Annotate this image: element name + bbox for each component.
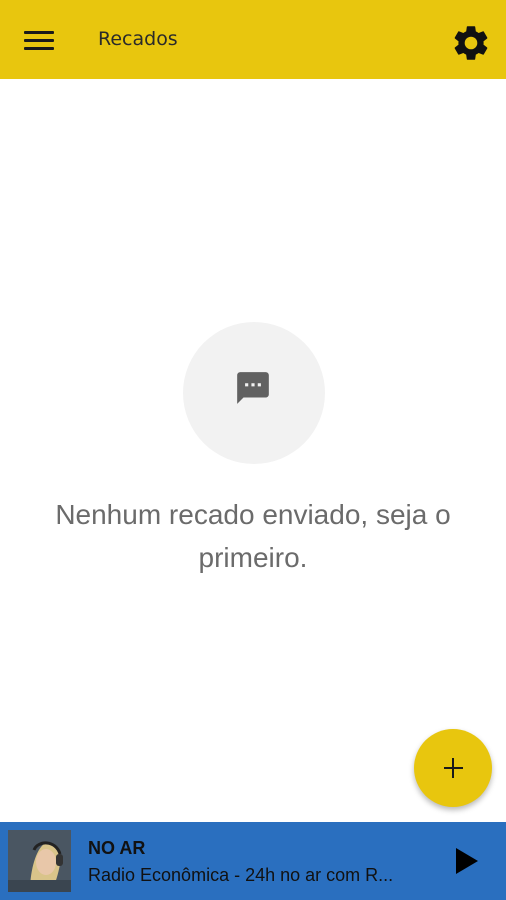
station-thumbnail	[8, 830, 71, 892]
add-message-button[interactable]	[414, 729, 492, 807]
menu-button[interactable]	[22, 28, 56, 52]
play-icon	[456, 848, 478, 874]
radio-player-bar[interactable]: NO AR Radio Econômica - 24h no ar com R.…	[0, 822, 506, 900]
app-bar: Recados	[0, 0, 506, 79]
empty-state-badge	[183, 322, 325, 464]
live-status-label: NO AR	[88, 838, 146, 858]
empty-state-message: Nenhum recado enviado, seja o primeiro.	[55, 499, 451, 573]
hamburger-menu-icon	[24, 31, 54, 34]
page-title: Recados	[98, 28, 178, 50]
settings-button[interactable]	[450, 22, 492, 64]
station-name: Radio Econômica - 24h no ar com R...	[88, 865, 394, 885]
gear-icon	[454, 26, 488, 60]
chat-bubble-icon	[237, 372, 269, 404]
play-button[interactable]	[452, 845, 482, 877]
